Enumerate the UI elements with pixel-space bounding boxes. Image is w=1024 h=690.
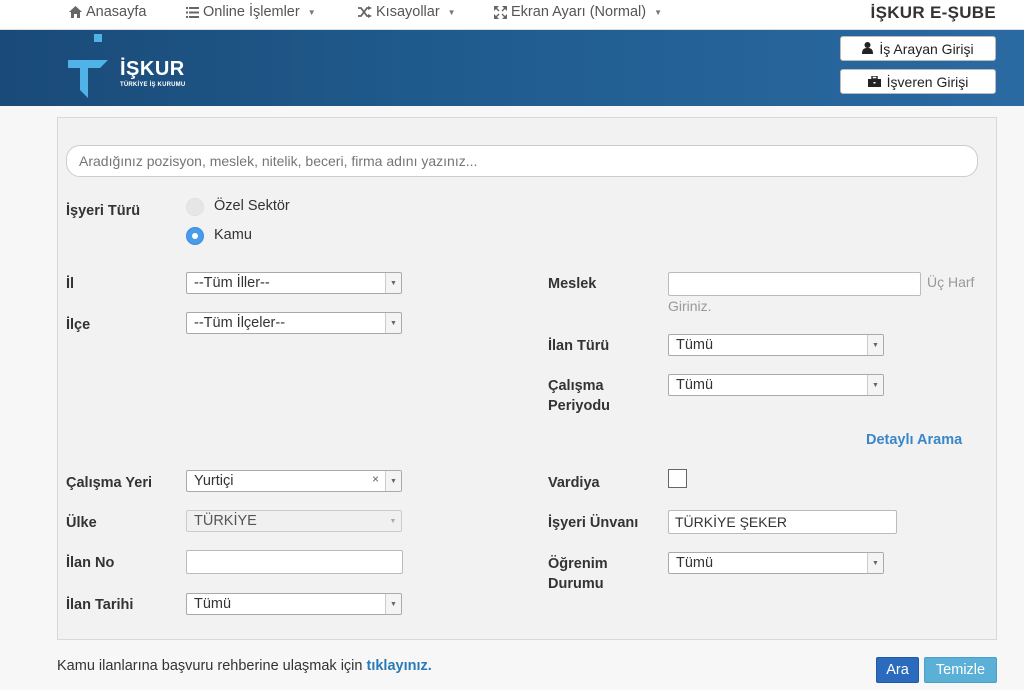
list-icon [185,5,199,19]
clear-button[interactable]: Temizle [924,657,997,683]
dropdown-arrow-icon: ▼ [385,471,401,491]
logo-subtitle: TÜRKİYE İŞ KURUMU [120,82,186,88]
dropdown-arrow-icon: ▼ [385,273,401,293]
occupation-hint: Üç Harf [927,274,975,290]
work-location-select[interactable]: Yurtiçi × ▼ [186,470,402,492]
ad-no-input[interactable] [186,550,403,574]
home-icon [68,5,82,19]
caret-down-icon: ▼ [447,7,456,17]
ad-date-select-value: Tümü [194,596,232,612]
education-label: Öğrenim Durumu [548,554,608,594]
search-input[interactable] [66,145,978,177]
dropdown-arrow-icon: ▼ [867,375,883,395]
radio-public-sector[interactable] [186,227,204,245]
expand-icon [493,5,507,19]
work-location-select-value: Yurtiçi [194,473,234,489]
province-label: İl [66,276,75,292]
dropdown-arrow-icon: ▼ [385,594,401,614]
nav-shortcuts-label: Kısayollar [376,4,440,20]
ad-date-label: İlan Tarihi [66,597,134,613]
shift-label: Vardiya [548,475,600,491]
nav-online-operations[interactable]: Online İşlemler ▼ [185,4,316,20]
detailed-search-link[interactable]: Detaylı Arama [866,432,962,448]
employer-title-input[interactable] [668,510,897,534]
education-select[interactable]: Tümü ▼ [668,552,884,574]
radio-public-sector-label: Kamu [214,227,252,243]
employer-login-button[interactable]: İşveren Girişi [840,69,996,94]
public-ads-guide-label: Kamu ilanlarına başvuru rehberine ulaşma… [57,658,363,674]
ad-no-label: İlan No [66,555,115,571]
employer-title-label: İşyeri Ünvanı [548,515,639,531]
header-banner: İŞKUR TÜRKİYE İŞ KURUMU İş Arayan Girişi… [0,30,1024,106]
work-period-select-value: Tümü [676,377,714,393]
nav-home-label: Anasayfa [86,4,147,20]
work-location-label: Çalışma Yeri [66,475,152,491]
ad-date-select[interactable]: Tümü ▼ [186,593,402,615]
public-ads-guide-link[interactable]: tıklayınız. [367,658,432,674]
employer-login-label: İşveren Girişi [886,73,969,90]
job-seeker-login-label: İş Arayan Girişi [879,40,974,57]
clear-icon[interactable]: × [372,472,379,486]
shift-checkbox[interactable] [668,469,687,488]
education-label-line1: Öğrenim [548,556,608,572]
province-select[interactable]: --Tüm İller-- ▼ [186,272,402,294]
work-period-label-line2: Periyodu [548,398,611,414]
work-period-label-line1: Çalışma [548,378,604,394]
ad-type-select-value: Tümü [676,337,714,353]
province-select-value: --Tüm İller-- [194,275,270,291]
caret-down-icon: ▼ [307,7,316,17]
public-ads-guide-text: Kamu ilanlarına başvuru rehberine ulaşma… [57,658,432,674]
site-brand: İŞKUR E-ŞUBE [870,3,996,22]
nav-screen-settings[interactable]: Ekran Ayarı (Normal) ▼ [493,4,662,20]
iskur-logo-mark-icon [68,34,108,98]
radio-private-sector[interactable] [186,198,204,216]
shuffle-icon [358,5,372,19]
education-select-value: Tümü [676,555,714,571]
nav-shortcuts[interactable]: Kısayollar ▼ [358,4,456,20]
occupation-label: Meslek [548,276,597,292]
ad-type-label: İlan Türü [548,338,610,354]
work-period-label: Çalışma Periyodu [548,376,610,416]
work-period-select[interactable]: Tümü ▼ [668,374,884,396]
ad-type-select[interactable]: Tümü ▼ [668,334,884,356]
radio-private-sector-label: Özel Sektör [214,198,290,214]
user-icon [862,41,874,57]
nav-home[interactable]: Anasayfa [68,4,146,20]
district-select[interactable]: --Tüm İlçeler-- ▼ [186,312,402,334]
search-button[interactable]: Ara [876,657,919,683]
occupation-input[interactable] [668,272,921,296]
briefcase-icon [867,74,881,90]
logo-name: İŞKUR [120,58,185,80]
education-label-line2: Durumu [548,576,604,592]
nav-online-operations-label: Online İşlemler [203,4,300,20]
country-select-value: TÜRKİYE [194,513,257,529]
dropdown-arrow-icon: ▼ [867,553,883,573]
dropdown-arrow-icon: ▼ [867,335,883,355]
dropdown-arrow-icon: ▼ [385,511,401,531]
country-select[interactable]: TÜRKİYE ▼ [186,510,402,532]
dropdown-arrow-icon: ▼ [385,313,401,333]
district-label: İlçe [66,317,91,333]
occupation-hint-cont: Giriniz. [668,298,712,314]
district-select-value: --Tüm İlçeler-- [194,315,286,331]
iskur-logo[interactable]: İŞKUR TÜRKİYE İŞ KURUMU [66,32,206,102]
workplace-type-label: İşyeri Türü [66,203,141,219]
country-label: Ülke [66,515,97,531]
job-seeker-login-button[interactable]: İş Arayan Girişi [840,36,996,61]
nav-screen-settings-label: Ekran Ayarı (Normal) [511,4,647,20]
caret-down-icon: ▼ [654,7,663,17]
top-navbar: Anasayfa Online İşlemler ▼ Kısayollar ▼ … [0,0,1024,30]
